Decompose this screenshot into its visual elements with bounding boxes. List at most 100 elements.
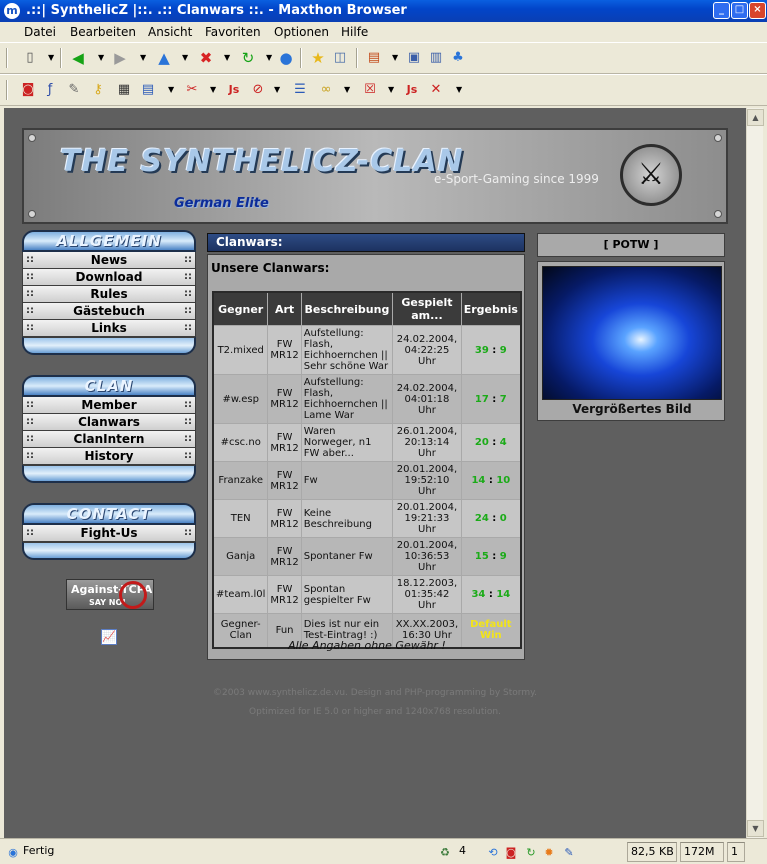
home-icon[interactable]: ● (278, 50, 294, 66)
script-icon[interactable]: Js (404, 82, 420, 98)
nav-dots: :: (184, 416, 192, 427)
popup-blocker-icon[interactable]: ✂ (184, 82, 200, 98)
nav-item-download[interactable]: :: Download:: (22, 269, 196, 286)
form-icon[interactable]: ▤ (140, 82, 156, 98)
tools-icon[interactable]: ✎ (66, 82, 82, 98)
plugin-icon[interactable]: ∞ (318, 82, 334, 98)
window-layout-dropdown-icon[interactable]: ▼ (392, 53, 398, 62)
close-button[interactable]: × (749, 2, 766, 19)
plugin-dropdown-icon[interactable]: ▼ (344, 85, 350, 94)
document-icon[interactable]: ▦ (116, 82, 132, 98)
menu-datei[interactable]: Datei (24, 25, 56, 39)
flash-toggle-icon[interactable]: ƒ (42, 82, 58, 98)
maxthon-app-icon[interactable]: m (4, 3, 20, 19)
nav-item-label: Links (91, 321, 127, 335)
table-row: Ganja FW MR12 Spontaner Fw 20.01.2004, 10:3… (212, 537, 522, 576)
image-toggle-icon[interactable]: ◙ (20, 82, 36, 98)
stats-chart-icon[interactable]: 📈 (101, 629, 117, 645)
sun-icon[interactable]: ✹ (542, 846, 556, 860)
sync-icon[interactable]: ⟲ (486, 846, 500, 860)
new-page-icon[interactable]: ▯ (22, 50, 38, 66)
cell-ergebnis: 14 : 10 (460, 461, 522, 500)
refresh-icon[interactable]: ↻ (240, 50, 256, 66)
nav-item-clanintern[interactable]: :: ClanIntern:: (22, 431, 196, 448)
maximize-button[interactable]: □ (731, 2, 748, 19)
score-opponent: 7 (499, 393, 507, 405)
nav-item-links[interactable]: :: Links:: (22, 320, 196, 337)
globe-icon: ◉ (8, 846, 18, 859)
key-icon[interactable]: ⚷ (90, 82, 106, 98)
nav-item-history[interactable]: :: History:: (22, 448, 196, 465)
checkbox-dropdown-icon[interactable]: ▼ (388, 85, 394, 94)
recycle-bin-icon[interactable]: ♻ (438, 846, 452, 860)
favorites-star-icon[interactable]: ★ (310, 50, 326, 66)
menu-hilfe[interactable]: Hilfe (341, 25, 368, 39)
nav-dots: :: (184, 322, 192, 333)
score-own: 17 (474, 393, 489, 405)
scroll-up-icon[interactable]: ▲ (747, 109, 764, 126)
nav-dots: :: (26, 433, 34, 444)
javascript-toggle-icon[interactable]: Js (226, 82, 242, 98)
split-view-icon[interactable]: ▥ (428, 50, 444, 66)
block-content-icon[interactable]: ⊘ (250, 82, 266, 98)
potw-enlarge-link[interactable]: Vergrößertes Bild (538, 402, 726, 416)
page-size: 82,5 KB (627, 842, 677, 862)
nav-item-gaestebuch[interactable]: :: Gästebuch:: (22, 303, 196, 320)
popup-status-icon[interactable]: ◙ (504, 846, 518, 860)
vertical-scrollbar[interactable]: ▲ ▼ (746, 108, 764, 838)
score-separator: : (488, 437, 500, 448)
edit-icon[interactable]: ✎ (562, 846, 576, 860)
score-own: 20 (474, 437, 489, 448)
menu-optionen[interactable]: Optionen (274, 25, 329, 39)
nav-item-label: History (84, 449, 134, 463)
nav-item-member[interactable]: :: Member:: (22, 397, 196, 414)
menu-ansicht[interactable]: Ansicht (148, 25, 192, 39)
forward-dropdown-icon[interactable]: ▼ (140, 53, 146, 62)
cell-gespielt: 20.01.2004, 19:21:33 Uhr (392, 499, 462, 538)
fullscreen-icon[interactable]: ▣ (406, 50, 422, 66)
table-row: #team.l0l FW MR12 Spontan gespielter Fw 18.… (212, 575, 522, 614)
history-icon[interactable]: ◫ (332, 50, 348, 66)
nav-item-fight-us[interactable]: :: Fight-Us:: (22, 525, 196, 542)
window-layout-icon[interactable]: ▤ (366, 50, 382, 66)
back-dropdown-icon[interactable]: ▼ (98, 53, 104, 62)
nav-dots: :: (184, 433, 192, 444)
up-icon[interactable]: ▲ (156, 50, 172, 66)
block-content-dropdown-icon[interactable]: ▼ (274, 85, 280, 94)
score-separator: : (488, 513, 500, 524)
stop-dropdown-icon[interactable]: ▼ (224, 53, 230, 62)
against-tcpa-banner[interactable]: Against-TCPA SAY NO! (66, 579, 154, 610)
clan-sublogo: German Elite (174, 196, 269, 211)
nav-dots: :: (26, 450, 34, 461)
table-row: T2.mixed FW MR12 Aufstellung: Flash, Eichh… (212, 325, 522, 375)
nav-item-rules[interactable]: :: Rules:: (22, 286, 196, 303)
web-page-viewport: THE SYNTHELICZ-CLAN German Elite e-Sport… (4, 108, 746, 838)
back-icon[interactable]: ◀ (70, 50, 86, 66)
toolbar-separator (356, 48, 358, 68)
forward-icon[interactable]: ▶ (112, 50, 128, 66)
form-dropdown-icon[interactable]: ▼ (168, 85, 174, 94)
new-page-dropdown-icon[interactable]: ▼ (48, 53, 54, 62)
scroll-down-icon[interactable]: ▼ (747, 820, 764, 837)
refresh-dropdown-icon[interactable]: ▼ (266, 53, 272, 62)
cancel-icon[interactable]: ✕ (428, 82, 444, 98)
menu-bearbeiten[interactable]: Bearbeiten (70, 25, 136, 39)
list-icon[interactable]: ☰ (292, 82, 308, 98)
checkbox-icon[interactable]: ☒ (362, 82, 378, 98)
up-dropdown-icon[interactable]: ▼ (182, 53, 188, 62)
cell-ergebnis: 15 : 9 (460, 537, 522, 576)
popup-blocker-dropdown-icon[interactable]: ▼ (210, 85, 216, 94)
memory-usage: 172M (680, 842, 724, 862)
users-icon[interactable]: ♣ (450, 50, 466, 66)
nav-item-label: Rules (90, 287, 128, 301)
potw-image[interactable] (542, 266, 722, 400)
menu-favoriten[interactable]: Favoriten (205, 25, 261, 39)
nav-item-clanwars[interactable]: :: Clanwars:: (22, 414, 196, 431)
minimize-button[interactable]: _ (713, 2, 730, 19)
stop-icon[interactable]: ✖ (198, 50, 214, 66)
refresh-status-icon[interactable]: ↻ (524, 846, 538, 860)
cancel-dropdown-icon[interactable]: ▼ (456, 85, 462, 94)
cell-art: FW MR12 (267, 575, 302, 614)
cell-ergebnis: 34 : 14 (460, 575, 522, 614)
nav-item-news[interactable]: :: News:: (22, 252, 196, 269)
